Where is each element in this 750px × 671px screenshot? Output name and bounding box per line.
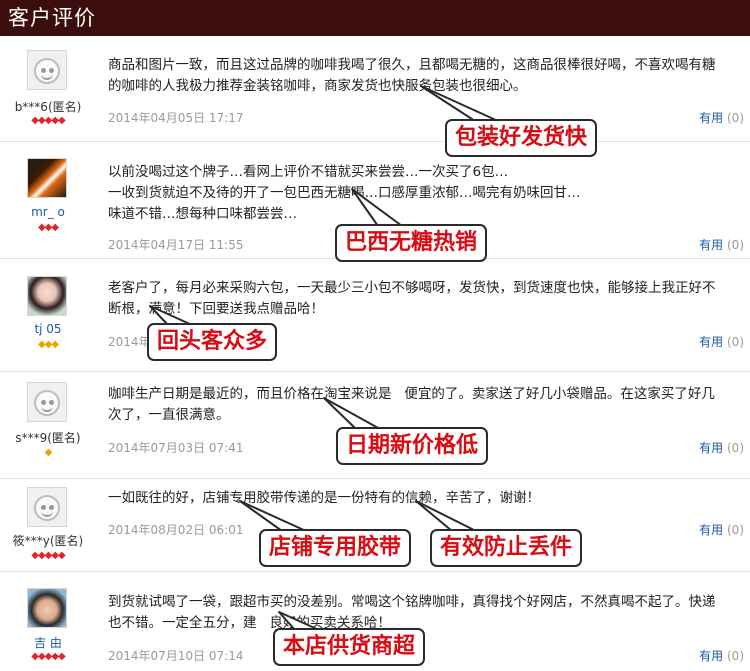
reviewer-rank-badge: ◆◆◆◆◆ [31,550,65,561]
review-text: 商品和图片一致，而且这过品牌的咖啡我喝了很久，且都喝无糖的，这商品很棒很好喝，不… [108,57,716,94]
reviewer-avatar-image [27,588,67,628]
review-text: 到货就试喝了一袋，跟超市买的没差别。常喝这个铭牌咖啡，真得找个好网店，不然真喝不… [108,594,716,631]
useful-vote[interactable]: 有用 (0) [699,109,744,126]
review-timestamp: 2014年04月17日 11:55 [108,238,244,252]
review-timestamp: 2014年08月02日 06:01 [108,523,244,537]
reviewer-name[interactable]: tj 05 [2,322,94,336]
reviewer-rank-badge: ◆◆◆ [37,339,59,350]
reviewer-rank-badge: ◆◆◆ [37,222,59,233]
useful-link[interactable]: 有用 [699,111,723,125]
useful-link[interactable]: 有用 [699,335,723,349]
reviewer-name[interactable]: s***9(匿名) [2,429,94,446]
review-item: tj 05 ◆◆◆ 老客户了，每月必来采购六包，一天最少三小包不够喝呀，发货快，… [0,259,750,372]
callout-label: 包装好发货快 [445,119,598,157]
reviewer-name[interactable]: b***6(匿名) [2,98,94,115]
useful-link[interactable]: 有用 [699,441,723,455]
reviewer-avatar-image [27,276,67,316]
review-text: 老客户了，每月必来采购六包，一天最少三小包不够喝呀，发货快，到货速度也快，能够接… [108,280,716,317]
useful-vote[interactable]: 有用 (0) [699,236,744,253]
review-timestamp: 2014年04月05日 17:17 [108,111,244,125]
callout-label: 店铺专用胶带 [259,529,412,567]
review-text: 一如既往的好，店铺专用胶带传递的是一份特有的信赖，辛苦了，谢谢！ [108,490,540,506]
section-title: 客户评价 [8,6,96,30]
reviewer-rank-badge: ◆◆◆◆◆ [31,115,65,126]
reviewer-name[interactable]: mr_ o [2,205,94,219]
callout-label: 有效防止丢件 [430,529,583,567]
callout-label: 日期新价格低 [336,427,489,465]
default-avatar-icon [27,50,67,90]
review-text: 咖啡生产日期是最近的，而且价格在淘宝来说是 便宜的了。卖家送了好几小袋赠品。在这… [108,386,715,423]
reviewer-name[interactable]: 吉 由 [2,634,94,651]
review-text: 以前没喝过这个牌子…看网上评价不错就买来尝尝…一次买了6包… 一收到货就迫不及待… [108,164,581,222]
reviewer-rank-badge: ◆ [44,447,53,458]
useful-count: (0) [727,111,744,125]
default-avatar-icon [27,382,67,422]
callout-label: 本店供货商超 [273,628,426,666]
reviewer-name[interactable]: 筱***y(匿名) [2,532,94,549]
review-timestamp: 2014年07月10日 07:14 [108,649,244,663]
useful-count: (0) [727,238,744,252]
useful-vote[interactable]: 有用 (0) [699,333,744,350]
useful-count: (0) [727,523,744,537]
useful-vote[interactable]: 有用 (0) [699,521,744,538]
review-timestamp: 2014年07月03日 07:41 [108,441,244,455]
useful-count: (0) [727,441,744,455]
section-header: 客户评价 [0,0,750,36]
useful-count: (0) [727,335,744,349]
reviewer-avatar-image [27,158,67,198]
useful-count: (0) [727,649,744,663]
useful-link[interactable]: 有用 [699,523,723,537]
useful-link[interactable]: 有用 [699,238,723,252]
useful-vote[interactable]: 有用 (0) [699,647,744,664]
default-avatar-icon [27,487,67,527]
callout-label: 巴西无糖热销 [335,224,488,262]
callout-label: 回头客众多 [147,323,278,361]
useful-vote[interactable]: 有用 (0) [699,439,744,456]
reviewer-rank-badge: ◆◆◆◆◆ [31,651,65,662]
useful-link[interactable]: 有用 [699,649,723,663]
review-item: b***6(匿名) ◆◆◆◆◆ 商品和图片一致，而且这过品牌的咖啡我喝了很久，且… [0,36,750,142]
review-timestamp: 2014年 [108,335,151,349]
